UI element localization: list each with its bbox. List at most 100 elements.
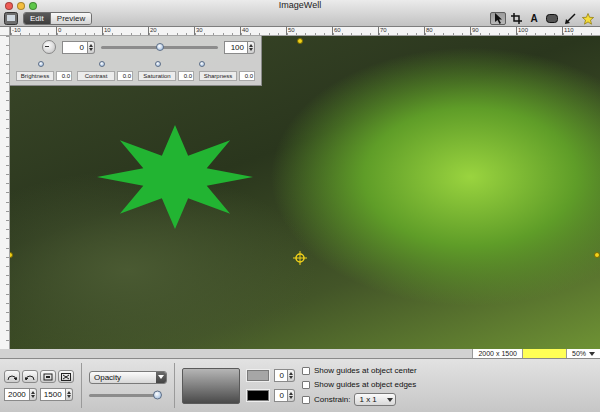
dropdown-arrow-icon <box>589 352 595 356</box>
crosshair-icon[interactable] <box>293 251 307 265</box>
stepper-arrows-icon[interactable] <box>88 41 95 54</box>
window-controls <box>5 2 279 10</box>
color-well[interactable] <box>247 390 269 401</box>
width-value-stepper[interactable]: 0 <box>274 389 295 402</box>
slider-thumb[interactable] <box>155 61 161 67</box>
tool-button[interactable] <box>544 12 560 25</box>
selection-handle[interactable] <box>10 252 13 258</box>
constrain-dropdown[interactable]: 1 x 1 <box>354 393 396 406</box>
arrow-icon <box>494 13 503 24</box>
photo[interactable]: 0100Brightness0.0Contrast0.0Saturation0.… <box>10 36 600 349</box>
adjust-value[interactable]: 0.0 <box>178 71 194 81</box>
tool-button[interactable] <box>490 12 506 25</box>
pen-arrow-icon <box>565 13 576 24</box>
slider-thumb[interactable] <box>156 43 164 51</box>
rotation-stepper[interactable]: 0 <box>62 41 95 54</box>
flip-horizontal-icon <box>7 373 17 381</box>
ruler-label: 70 <box>378 27 424 35</box>
checkbox-box[interactable] <box>302 396 310 404</box>
ruler-label: 30 <box>194 27 240 35</box>
selection-handle[interactable] <box>297 38 303 44</box>
crop-icon <box>511 13 522 24</box>
scale-stepper[interactable]: 100 <box>224 41 255 54</box>
tool-button[interactable] <box>580 12 596 25</box>
zoom-menu[interactable]: 50% <box>566 349 600 358</box>
title-bar: ImageWellEditPreviewA <box>0 0 600 27</box>
mode-tab[interactable]: Preview <box>50 13 91 24</box>
stepper-field[interactable]: 1500 <box>40 388 66 401</box>
ruler-label: 60 <box>332 27 378 35</box>
flip-vertical-icon <box>25 373 35 381</box>
horizontal-ruler: -100102030405060708090100110 <box>0 27 600 36</box>
ruler-label: 50 <box>286 27 332 35</box>
tool-button[interactable] <box>562 12 578 25</box>
minimize-button[interactable] <box>17 2 25 10</box>
stepper-field[interactable]: 2000 <box>4 388 30 401</box>
vertical-ruler <box>0 36 10 349</box>
close-button[interactable] <box>5 2 13 10</box>
adjust-control: Saturation0.0 <box>138 60 194 81</box>
adjust-value[interactable]: 0.0 <box>239 71 255 81</box>
mode-switch: EditPreview <box>23 12 92 25</box>
rotation-knob[interactable] <box>42 40 56 54</box>
star-shape[interactable] <box>97 125 253 229</box>
stepper-field[interactable]: 0 <box>274 369 288 382</box>
width-value-stepper[interactable]: 0 <box>274 369 295 382</box>
ruler-label: 100 <box>516 27 562 35</box>
flip-vertical-button[interactable] <box>22 370 38 383</box>
actual-size-button[interactable] <box>58 370 74 383</box>
opacity-slider[interactable] <box>89 394 161 397</box>
stepper-field[interactable]: 100 <box>224 41 248 54</box>
actual-size-icon <box>61 373 71 381</box>
fit-button[interactable] <box>40 370 56 383</box>
stepper-arrows-icon[interactable] <box>288 389 295 402</box>
slider-thumb[interactable] <box>99 61 105 67</box>
rounded-rect-icon <box>546 14 558 23</box>
toolbar: EditPreview A <box>0 11 600 26</box>
width-stepper[interactable]: 2000 <box>4 388 37 401</box>
constrain-checkbox[interactable]: Constrain:1 x 1 <box>302 393 417 406</box>
slider-thumb[interactable] <box>153 391 162 400</box>
adjust-value[interactable]: 0.0 <box>56 71 72 81</box>
adjust-control: Brightness0.0 <box>16 60 72 81</box>
tool-button[interactable]: A <box>526 12 542 25</box>
tool-button[interactable] <box>508 12 524 25</box>
adjust-label: Sharpness <box>199 71 237 81</box>
ruler-label: 10 <box>102 27 148 35</box>
mode-tab[interactable]: Edit <box>24 13 50 24</box>
stepper-field[interactable]: 0 <box>62 41 88 54</box>
option-checkbox[interactable]: Show guides at object center <box>302 365 417 376</box>
selection-handle[interactable] <box>594 252 600 258</box>
stepper-arrows-icon[interactable] <box>66 388 73 401</box>
zoom-button[interactable] <box>29 2 37 10</box>
stepper-field[interactable]: 0 <box>274 389 288 402</box>
ruler-label: 20 <box>148 27 194 35</box>
adjust-label: Saturation <box>138 71 176 81</box>
flip-horizontal-button[interactable] <box>4 370 20 383</box>
stepper-arrows-icon[interactable] <box>30 388 37 401</box>
stepper-arrows-icon[interactable] <box>288 369 295 382</box>
app-window: ImageWellEditPreviewA-100102030405060708… <box>0 0 600 412</box>
ruler-label: 40 <box>240 27 286 35</box>
slider-thumb[interactable] <box>199 61 205 67</box>
scale-slider[interactable] <box>101 46 218 49</box>
text-tool-label: A <box>530 13 537 24</box>
ruler-label: 90 <box>470 27 516 35</box>
option-checkbox[interactable]: Show guides at object edges <box>302 379 417 390</box>
checkbox-box[interactable] <box>302 381 310 389</box>
app-icon <box>4 12 18 25</box>
style-preview[interactable] <box>182 368 240 404</box>
status-bar: 2000 x 1500 50% <box>0 349 600 358</box>
fit-icon <box>43 373 53 381</box>
adjust-value[interactable]: 0.0 <box>117 71 133 81</box>
blend-mode-dropdown[interactable]: Opacity <box>89 371 167 384</box>
stepper-arrows-icon[interactable] <box>248 41 255 54</box>
image-size: 2000 x 1500 <box>472 349 522 358</box>
color-well[interactable] <box>247 370 269 381</box>
checkbox-box[interactable] <box>302 367 310 375</box>
height-stepper[interactable]: 1500 <box>40 388 73 401</box>
adjust-control: Sharpness0.0 <box>199 60 255 81</box>
ruler-label: -10 <box>10 27 56 35</box>
slider-thumb[interactable] <box>38 61 44 67</box>
dropdown-arrow-icon <box>158 375 164 379</box>
